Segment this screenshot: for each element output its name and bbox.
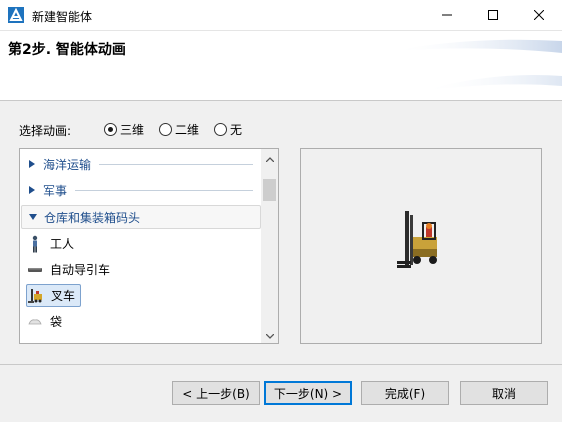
next-button[interactable]: 下一步(N) > [264,381,352,405]
animation-label: 选择动画: [19,124,72,138]
chevron-up-icon [265,151,274,165]
radio-3d-label: 三维 [120,123,145,137]
bag-icon [26,313,44,331]
group-divider [75,189,253,191]
item-label: 工人 [50,237,75,251]
header-divider [0,100,562,101]
list-item-worker[interactable]: 工人 [26,233,74,254]
scroll-down-button[interactable] [261,326,278,343]
group-marine[interactable]: 海洋运输 [21,153,261,175]
forklift-preview-icon [397,211,437,268]
radio-none-label: 无 [230,123,243,137]
group-label: 仓库和集装箱码头 [44,210,141,225]
anylogic-app-icon [8,7,24,23]
group-label: 海洋运输 [43,157,92,172]
scroll-up-button[interactable] [261,149,278,166]
chevron-right-icon[interactable] [25,160,39,168]
footer-divider [0,364,562,365]
back-button[interactable]: < 上一步(B) [172,381,260,405]
title-bar: 新建智能体 [0,0,562,31]
item-label: 自动导引车 [50,263,111,277]
chevron-down-icon [265,328,274,342]
radio-2d-label: 二维 [175,123,200,137]
minimize-button[interactable] [424,0,470,30]
group-label: 军事 [43,183,68,198]
chevron-right-icon[interactable] [25,186,39,194]
animation-preview [300,148,542,344]
minimize-icon [442,10,452,20]
group-military[interactable]: 军事 [21,179,261,201]
agv-icon [26,261,44,279]
maximize-button[interactable] [470,0,516,30]
maximize-icon [488,10,498,20]
radio-3d-circle[interactable] [104,123,117,136]
header-decoration [392,39,562,91]
group-divider [99,163,253,165]
group-warehouse[interactable]: 仓库和集装箱码头 [21,205,261,229]
list-item-agv[interactable]: 自动导引车 [26,259,110,280]
radio-2d[interactable]: 二维 [159,121,199,138]
list-item-forklift[interactable]: 叉车 [26,284,82,307]
window-title: 新建智能体 [32,10,93,24]
forklift-icon [27,287,45,305]
agent-animation-list[interactable]: 海洋运输 军事 仓库和集装箱码头 工人 自动导引车 叉车 袋 [19,148,279,344]
radio-none-circle[interactable] [214,123,227,136]
scroll-thumb[interactable] [263,179,276,201]
radio-none[interactable]: 无 [214,121,242,138]
radio-2d-circle[interactable] [159,123,172,136]
chevron-down-icon[interactable] [26,214,40,220]
list-scrollbar[interactable] [261,149,278,343]
close-icon [534,10,544,20]
step-title: 第2步. 智能体动画 [8,42,126,58]
finish-button[interactable]: 完成(F) [361,381,449,405]
list-item-bag[interactable]: 袋 [26,311,62,332]
item-label: 袋 [50,315,63,329]
item-label: 叉车 [51,289,76,303]
radio-3d[interactable]: 三维 [104,121,144,138]
close-button[interactable] [516,0,562,30]
worker-icon [26,235,44,253]
cancel-button[interactable]: 取消 [460,381,548,405]
wizard-header: 第2步. 智能体动画 [0,31,562,100]
